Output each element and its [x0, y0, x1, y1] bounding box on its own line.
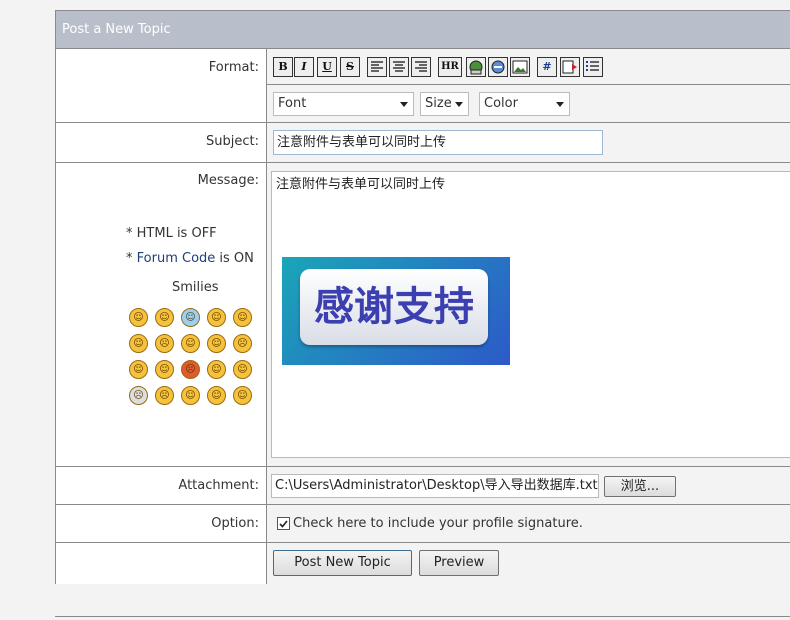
option-label: Option: — [211, 516, 259, 531]
align-right-icon[interactable] — [411, 57, 431, 77]
form-title: Post a New Topic — [62, 22, 171, 37]
message-row: Message: * HTML is OFF * Forum Code is O… — [56, 163, 790, 467]
smilies-title: Smilies — [172, 280, 219, 295]
size-select[interactable]: Size — [420, 92, 469, 116]
format-label: Format: — [208, 60, 259, 75]
smiley-grin-icon[interactable]: ☺ — [129, 308, 148, 327]
smiley-blank-icon[interactable]: ☺ — [207, 334, 226, 353]
post-topic-form: Post a New Topic Format: B I U S HR # Fo… — [55, 10, 790, 584]
strikethrough-icon[interactable]: S — [340, 57, 360, 77]
quote-icon[interactable] — [560, 57, 580, 77]
format-row: Format: B I U S HR # Font Size Color — [56, 49, 790, 123]
smiley-cool-icon[interactable]: ☺ — [233, 360, 252, 379]
align-center-icon[interactable] — [389, 57, 409, 77]
bold-icon[interactable]: B — [273, 57, 293, 77]
attachment-row: Attachment: C:\Users\Administrator\Deskt… — [56, 467, 790, 505]
forum-code-link[interactable]: Forum Code — [137, 251, 216, 266]
smiley-laugh-icon[interactable]: ☺ — [155, 360, 174, 379]
chevron-down-icon — [556, 102, 564, 107]
check-icon — [279, 520, 288, 528]
image-icon[interactable] — [510, 57, 530, 77]
footer-divider — [55, 616, 790, 617]
smiley-cry-icon[interactable]: ☹ — [155, 386, 174, 405]
attachment-label: Attachment: — [178, 478, 259, 493]
smiley-smile-icon[interactable]: ☺ — [155, 308, 174, 327]
smiley-angel-icon[interactable]: ☺ — [181, 308, 200, 327]
message-label: Message: — [197, 173, 259, 188]
chevron-down-icon — [455, 102, 463, 107]
forum-code-status: * Forum Code is ON — [126, 251, 254, 266]
list-icon[interactable] — [583, 57, 603, 77]
smiley-eyes-icon[interactable]: ☺ — [207, 360, 226, 379]
message-textarea[interactable]: 注意附件与表单可以同时上传 感谢支持 — [271, 171, 790, 458]
signature-checkbox[interactable] — [277, 517, 290, 530]
chevron-down-icon — [400, 102, 408, 107]
option-row: Option: Check here to include your profi… — [56, 505, 790, 543]
browse-button[interactable]: 浏览... — [604, 476, 676, 497]
smiley-shocked-icon[interactable]: ☺ — [129, 334, 148, 353]
underline-icon[interactable]: U — [317, 57, 337, 77]
thanks-image-text: 感谢支持 — [300, 269, 488, 345]
smiley-confused-icon[interactable]: ☺ — [181, 334, 200, 353]
smiley-neutral-icon[interactable]: ☺ — [207, 308, 226, 327]
subject-input[interactable]: 注意附件与表单可以同时上传 — [273, 130, 603, 155]
smiley-blush-icon[interactable]: ☺ — [233, 386, 252, 405]
code-icon[interactable]: # — [537, 57, 557, 77]
smiley-worried-icon[interactable]: ☹ — [233, 334, 252, 353]
actions-row: Post New Topic Preview — [56, 543, 790, 584]
preview-button[interactable]: Preview — [419, 550, 499, 576]
signature-checkbox-label[interactable]: Check here to include your profile signa… — [293, 516, 583, 531]
font-select[interactable]: Font — [273, 92, 414, 116]
smiley-squint-icon[interactable]: ☺ — [129, 360, 148, 379]
italic-icon[interactable]: I — [294, 57, 314, 77]
subject-label: Subject: — [206, 134, 259, 149]
smiley-sad-icon[interactable]: ☹ — [155, 334, 174, 353]
font-options: Font Size Color — [267, 85, 790, 122]
smiley-yawn-icon[interactable]: ☺ — [181, 386, 200, 405]
post-new-topic-button[interactable]: Post New Topic — [273, 550, 412, 576]
smiley-angry-icon[interactable]: ☹ — [181, 360, 200, 379]
smiley-skull-icon[interactable]: ☹ — [129, 386, 148, 405]
thanks-image: 感谢支持 — [282, 257, 510, 365]
html-status: * HTML is OFF — [126, 226, 217, 241]
hyperlink-icon[interactable] — [488, 57, 508, 77]
horizontal-rule-icon[interactable]: HR — [438, 57, 462, 77]
smiley-wink-icon[interactable]: ☺ — [207, 386, 226, 405]
message-text: 注意附件与表单可以同时上传 — [276, 177, 446, 192]
align-left-icon[interactable] — [367, 57, 387, 77]
email-link-icon[interactable] — [466, 57, 486, 77]
attachment-path-field[interactable]: C:\Users\Administrator\Desktop\导入导出数据库.t… — [271, 474, 599, 498]
smilies-grid: ☺ ☺ ☺ ☺ ☺ ☺ ☹ ☺ ☺ ☹ ☺ ☺ ☹ ☺ ☺ ☹ ☹ ☺ ☺ ☺ — [129, 308, 259, 408]
form-header: Post a New Topic — [56, 11, 790, 49]
subject-row: Subject: 注意附件与表单可以同时上传 — [56, 123, 790, 163]
smiley-sleepy-icon[interactable]: ☺ — [233, 308, 252, 327]
color-select[interactable]: Color — [479, 92, 570, 116]
